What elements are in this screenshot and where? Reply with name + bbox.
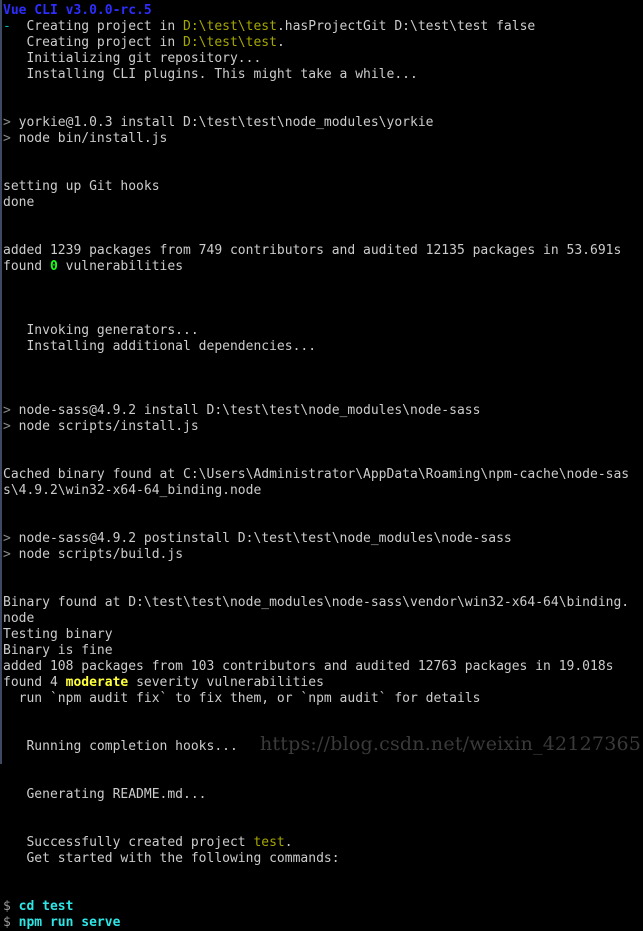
creating-project-suffix-2: . bbox=[276, 35, 285, 50]
command-npm-run-serve-label: npm run serve bbox=[18, 915, 121, 930]
creating-project-prefix-2: Creating project in bbox=[3, 35, 184, 50]
terminal-line-testing-binary: Testing binary bbox=[3, 627, 113, 642]
nodesass-install-text: node-sass@4.9.2 install D:\test\test\nod… bbox=[10, 403, 481, 418]
terminal-line-nodesass-install: > node-sass@4.9.2 install D:\test\test\n… bbox=[2, 403, 643, 419]
terminal-line-cached-binary-2: s\4.9.2\win32-x64-64_binding.node bbox=[3, 483, 262, 498]
terminal-line-creating-project: Creating project in D:\test\test. bbox=[2, 35, 643, 51]
terminal-line-vulnerabilities-1: found 0 vulnerabilities bbox=[2, 259, 643, 275]
terminal-line-yorkie-install: > yorkie@1.0.3 install D:\test\test\node… bbox=[2, 115, 643, 131]
severity-badge: moderate bbox=[65, 675, 129, 690]
terminal-line-completion-hooks: Running completion hooks... bbox=[3, 739, 238, 754]
terminal-line-generating-readme: Generating README.md... bbox=[3, 787, 207, 802]
prompt-dollar-icon: $ bbox=[3, 899, 11, 914]
terminal-line-nodesass-postinstall: > node-sass@4.9.2 postinstall D:\test\te… bbox=[2, 531, 643, 547]
terminal-line-success: Successfully created project test. bbox=[2, 835, 643, 851]
nodesass-install-script-text: node scripts/install.js bbox=[10, 419, 199, 434]
nodesass-postinstall-text: node-sass@4.9.2 postinstall D:\test\test… bbox=[10, 531, 512, 546]
found-moderate-suffix: severity vulnerabilities bbox=[128, 675, 324, 690]
terminal-line-git-hooks: setting up Git hooks bbox=[3, 179, 160, 194]
terminal-line-done: done bbox=[3, 195, 35, 210]
terminal-line-command-cd: $ cd test bbox=[2, 899, 643, 915]
terminal-line-vulnerabilities-2: found 4 moderate severity vulnerabilitie… bbox=[2, 675, 643, 691]
terminal-line-creating-project-debug: - Creating project in D:\test\test.hasPr… bbox=[2, 19, 643, 35]
vulnerability-count: 0 bbox=[49, 259, 58, 274]
terminal-line-invoking-generators: Invoking generators... bbox=[3, 323, 199, 338]
terminal-line-init-git: Initializing git repository... bbox=[3, 51, 262, 66]
creating-project-prefix: Creating project in bbox=[10, 19, 184, 34]
project-name: test bbox=[253, 835, 285, 850]
terminal-line-binary-found-1: Binary found at D:\test\test\node_module… bbox=[3, 595, 630, 610]
npm-script-arrow-icon: > bbox=[3, 131, 11, 146]
yorkie-install-text: yorkie@1.0.3 install D:\test\test\node_m… bbox=[10, 115, 434, 130]
terminal-line-command-serve: $ npm run serve bbox=[2, 915, 643, 931]
terminal-line-title: Vue CLI v3.0.0-rc.5 bbox=[2, 3, 643, 19]
project-path: D:\test\test bbox=[183, 19, 277, 34]
vue-cli-version-label: Vue CLI v3.0.0-rc.5 bbox=[3, 3, 152, 18]
terminal-line-binary-is-fine: Binary is fine bbox=[3, 643, 113, 658]
found-prefix: found bbox=[3, 259, 50, 274]
terminal-line-get-started: Get started with the following commands: bbox=[3, 851, 340, 866]
prompt-dollar-icon: $ bbox=[3, 915, 11, 930]
success-suffix: . bbox=[284, 835, 293, 850]
npm-script-arrow-icon: > bbox=[3, 419, 11, 434]
nodesass-build-script-text: node scripts/build.js bbox=[10, 547, 184, 562]
terminal-line-added-packages-1: added 1239 packages from 749 contributor… bbox=[3, 243, 622, 258]
terminal-line-installing-deps: Installing additional dependencies... bbox=[3, 339, 317, 354]
terminal-line-yorkie-node: > node bin/install.js bbox=[2, 131, 643, 147]
command-npm-run-serve[interactable]: npm run serve bbox=[11, 915, 121, 930]
terminal-line-installing-plugins: Installing CLI plugins. This might take … bbox=[3, 67, 418, 82]
npm-script-arrow-icon: > bbox=[3, 531, 11, 546]
spinner-icon: - bbox=[3, 19, 11, 34]
yorkie-node-text: node bin/install.js bbox=[10, 131, 168, 146]
terminal-window[interactable]: Vue CLI v3.0.0-rc.5 - Creating project i… bbox=[0, 0, 643, 930]
creating-project-suffix: .hasProjectGit D:\test\test false bbox=[276, 19, 536, 34]
terminal-line-binary-found-2: node bbox=[3, 611, 35, 626]
npm-script-arrow-icon: > bbox=[3, 115, 11, 130]
command-cd-test-label: cd test bbox=[18, 899, 74, 914]
terminal-line-audit-hint: run `npm audit fix` to fix them, or `npm… bbox=[3, 691, 481, 706]
command-cd-test[interactable]: cd test bbox=[11, 899, 74, 914]
success-prefix: Successfully created project bbox=[3, 835, 254, 850]
npm-script-arrow-icon: > bbox=[3, 403, 11, 418]
terminal-line-cached-binary-1: Cached binary found at C:\Users\Administ… bbox=[3, 467, 630, 482]
terminal-line-nodesass-build-script: > node scripts/build.js bbox=[2, 547, 643, 563]
npm-script-arrow-icon: > bbox=[3, 547, 11, 562]
terminal-line-added-packages-2: added 108 packages from 103 contributors… bbox=[3, 659, 614, 674]
found-moderate-prefix: found 4 bbox=[3, 675, 66, 690]
terminal-line-nodesass-install-script: > node scripts/install.js bbox=[2, 419, 643, 435]
project-path-2: D:\test\test bbox=[183, 35, 277, 50]
found-suffix: vulnerabilities bbox=[57, 259, 184, 274]
